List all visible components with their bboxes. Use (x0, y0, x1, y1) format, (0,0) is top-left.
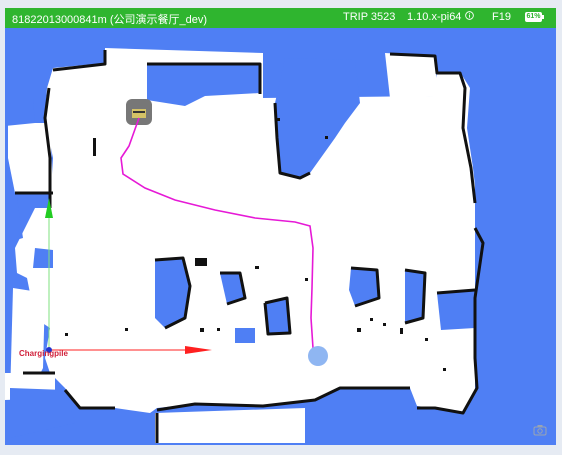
battery-icon: 61% (525, 12, 544, 22)
occupancy-map[interactable] (5, 28, 556, 445)
robot-title: 81822013000841m (公司演示餐厅_dev) (12, 14, 208, 26)
version-label: 1.10.x-pi64 (407, 11, 462, 23)
camera-icon[interactable] (533, 423, 547, 441)
robot-position-icon[interactable] (308, 346, 328, 366)
free-area (5, 48, 483, 443)
map-panel: 81822013000841m (公司演示餐厅_dev) TRIP 3523 1… (5, 8, 556, 445)
info-icon[interactable] (465, 11, 474, 22)
charging-pile-label: Chargingpile (19, 349, 68, 358)
status-bar: 81822013000841m (公司演示餐厅_dev) TRIP 3523 1… (5, 8, 556, 28)
floor-label: F19 (492, 11, 511, 23)
trip-counter: TRIP 3523 (343, 11, 396, 23)
charging-station-icon[interactable] (126, 99, 152, 125)
